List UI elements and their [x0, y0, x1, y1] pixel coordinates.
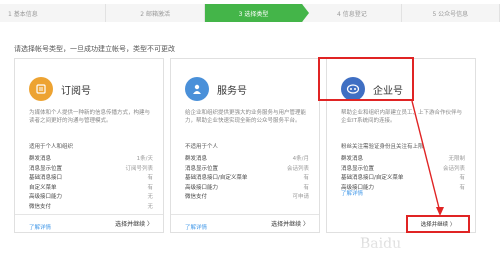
feature-value: 可申请 — [292, 194, 309, 200]
feature-row: 微信支付 可申请 — [185, 193, 309, 203]
feature-value: 有 — [459, 175, 465, 181]
feature-value: 有 — [147, 184, 153, 191]
feature-row: 基础消息接口/自定义菜单 有 — [185, 174, 309, 184]
card-header: 订阅号 — [29, 69, 91, 109]
feature-row: 群发消息 无限制 — [341, 155, 465, 165]
feature-value: 会话列表 — [286, 165, 309, 172]
card-service: 服务号 给企业和组织提供更强大的业务服务与用户管理能力，帮助企业快速实现全新的公… — [170, 58, 320, 233]
card-fit: 适用于个人和组织 — [29, 144, 74, 150]
service-icon — [185, 77, 209, 101]
feature-name: 消息显示位置 — [185, 165, 219, 172]
step-account-info: 5 公众号信息 — [401, 4, 500, 22]
select-continue-button-enterprise[interactable]: 选择并继续 〉 — [406, 215, 470, 233]
feature-name: 群发消息 — [185, 156, 208, 162]
step-select-type: 3 选择类型 — [204, 4, 310, 22]
feature-value: 有 — [459, 184, 465, 191]
feature-row: 群发消息 1条/天 — [29, 155, 153, 165]
card-title: 服务号 — [217, 85, 247, 97]
select-continue-button[interactable]: 选择并继续 〉 — [171, 214, 319, 232]
card-fit: 不适用于个人 — [185, 144, 219, 150]
feature-row: 基础消息接口/自定义菜单 有 — [341, 174, 465, 184]
card-title: 订阅号 — [61, 85, 91, 97]
feature-name: 高级接口能力 — [29, 194, 63, 200]
learn-more-link[interactable]: 了解详情 — [341, 189, 363, 197]
feature-value: 会话列表 — [442, 165, 465, 172]
feature-name: 基础消息接口/自定义菜单 — [185, 175, 248, 181]
feature-row: 高级接口能力 有 — [185, 184, 309, 194]
feature-value: 1条/天 — [136, 156, 153, 162]
feature-row: 消息显示位置 订阅号列表 — [29, 165, 153, 175]
bottom-fade — [0, 237, 500, 267]
card-description: 帮助企业和组织内部建立员工、上下游合作伙伴与企业IT系统间的连接。 — [341, 110, 463, 124]
feature-row: 消息显示位置 会话列表 — [341, 165, 465, 175]
feature-value: 订阅号列表 — [125, 165, 153, 172]
watermark-logo: Baidu — [360, 236, 402, 252]
feature-row: 基础消息接口 有 — [29, 174, 153, 184]
feature-value: 4条/月 — [292, 156, 309, 162]
feature-name: 群发消息 — [29, 156, 52, 162]
feature-row: 自定义菜单 有 — [29, 184, 153, 194]
page-instruction: 请选择帐号类型，一旦成功建立帐号，类型不可更改 — [14, 45, 175, 53]
feature-value: 有 — [147, 175, 153, 181]
step-progress-bar: 1 基本信息 2 邮箱激活 3 选择类型 4 信息登记 5 公众号信息 — [0, 4, 500, 22]
feature-list: 群发消息 1条/天 消息显示位置 订阅号列表 基础消息接口有 自定义菜单有 高级接口… — [29, 155, 153, 212]
feature-value: 无限制 — [448, 156, 465, 162]
feature-list: 群发消息 4条/月 消息显示位置 会话列表 基础消息接口/自定义菜单有 高级接口能力… — [185, 155, 309, 203]
feature-name: 群发消息 — [341, 156, 364, 162]
card-header: 服务号 — [185, 69, 247, 109]
highlight-box-enterprise-title — [318, 57, 414, 101]
feature-value: 有 — [303, 184, 309, 191]
step-basic-info: 1 基本信息 — [0, 4, 107, 22]
feature-value: 有 — [303, 175, 309, 181]
feature-name: 基础消息接口 — [29, 175, 63, 181]
feature-row: 消息显示位置 会话列表 — [185, 165, 309, 175]
step-email-activate: 2 邮箱激活 — [106, 4, 205, 22]
feature-row: 群发消息 4条/月 — [185, 155, 309, 165]
feature-value: 无 — [147, 203, 153, 210]
card-subscription: 订阅号 为媒体和个人提供一种新的信息传播方式，构建与读者之间更好的沟通与管理模式… — [14, 58, 164, 233]
feature-name: 消息显示位置 — [341, 165, 375, 172]
feature-list: 群发消息 无限制 消息显示位置 会话列表 基础消息接口/自定义菜单有 高级接口能力有 — [341, 155, 465, 193]
feature-name: 自定义菜单 — [29, 184, 57, 191]
feature-row: 微信支付 无 — [29, 203, 153, 213]
subscription-icon — [29, 77, 53, 101]
feature-name: 消息显示位置 — [29, 165, 63, 172]
feature-name: 基础消息接口/自定义菜单 — [341, 175, 404, 181]
feature-name: 微信支付 — [29, 203, 52, 210]
select-continue-button[interactable]: 选择并继续 〉 — [15, 214, 163, 232]
card-description: 给企业和组织提供更强大的业务服务与用户管理能力，帮助企业快速实现全新的公众号服务… — [185, 110, 307, 124]
feature-row: 高级接口能力 无 — [29, 193, 153, 203]
step-info-register: 4 信息登记 — [303, 4, 402, 22]
card-fit: 粉丝关注需验证身份且关注有上限 — [341, 144, 424, 150]
feature-name: 微信支付 — [185, 194, 208, 200]
card-description: 为媒体和个人提供一种新的信息传播方式，构建与读者之间更好的沟通与管理模式。 — [29, 110, 151, 124]
feature-value: 无 — [147, 194, 153, 200]
feature-name: 高级接口能力 — [185, 184, 219, 191]
